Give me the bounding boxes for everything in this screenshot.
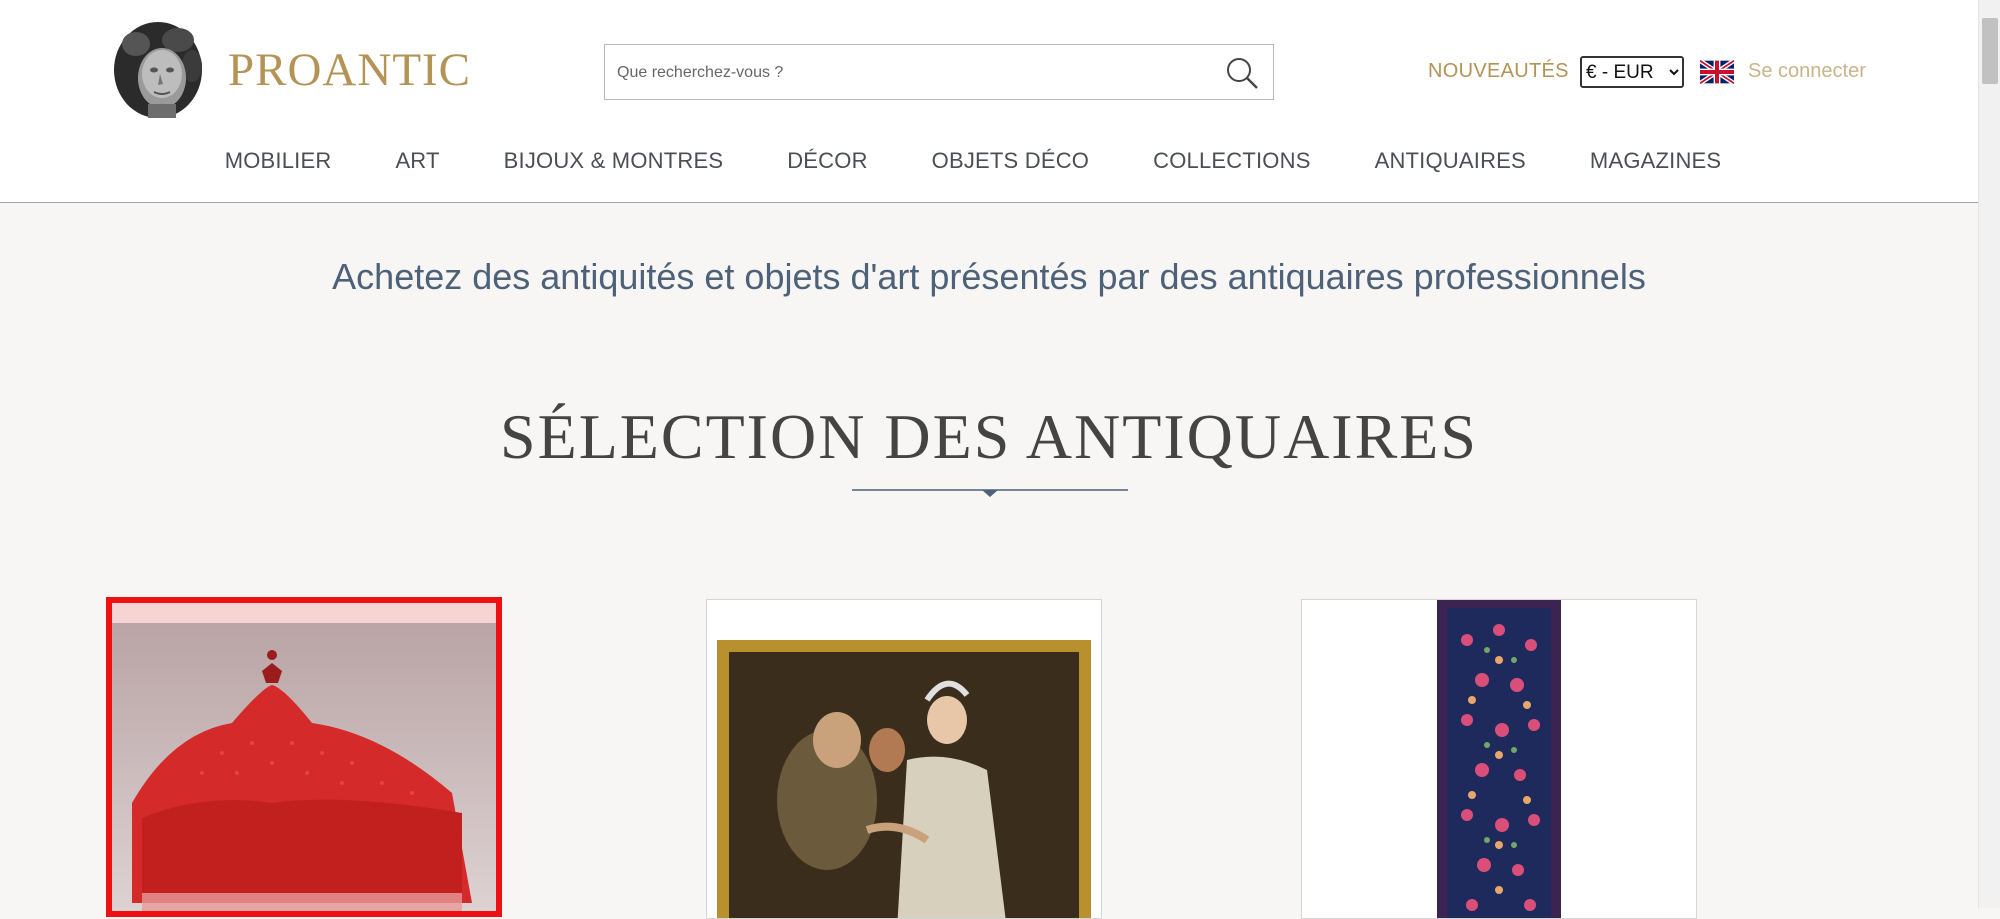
logo-text: PROANTIC (228, 44, 472, 96)
tagline: Achetez des antiquités et objets d'art p… (332, 256, 1646, 297)
search-box (604, 44, 1274, 101)
nav-item-bijoux-montres[interactable]: BIJOUX & MONTRES (504, 148, 724, 174)
site-header: PROANTIC NOUVEAUTÉS € - EUR Se connecter… (0, 0, 1978, 203)
product-card-painting[interactable] (706, 599, 1102, 919)
nav-item-antiquaires[interactable]: ANTIQUAIRES (1375, 148, 1526, 174)
nav-item-art[interactable]: ART (395, 148, 439, 174)
title-divider (852, 489, 1128, 497)
nouveautes-link[interactable]: NOUVEAUTÉS (1428, 60, 1569, 83)
nav-item-collections[interactable]: COLLECTIONS (1153, 148, 1310, 174)
page-scrollbar[interactable] (1978, 0, 2000, 908)
nav-item-decor[interactable]: DÉCOR (787, 148, 867, 174)
nav-item-objets-deco[interactable]: OBJETS DÉCO (932, 148, 1089, 174)
main-nav: MOBILIER ART BIJOUX & MONTRES DÉCOR OBJE… (0, 148, 1978, 174)
login-link[interactable]: Se connecter (1748, 60, 1866, 83)
nav-item-mobilier[interactable]: MOBILIER (225, 148, 332, 174)
logo[interactable]: PROANTIC (108, 18, 471, 122)
product-card-rug[interactable] (1301, 599, 1697, 919)
section-title: SÉLECTION DES ANTIQUAIRES (500, 401, 1478, 472)
currency-select[interactable]: € - EUR (1580, 56, 1684, 88)
sofa-image (112, 603, 496, 911)
rug-image (1302, 600, 1696, 918)
scrollbar-thumb[interactable] (1982, 18, 1998, 84)
nav-item-magazines[interactable]: MAGAZINES (1590, 148, 1721, 174)
uk-flag-icon[interactable] (1700, 60, 1734, 84)
search-input[interactable] (615, 45, 1209, 101)
painting-image (707, 600, 1101, 918)
logo-bust-icon (114, 22, 202, 118)
product-card-sofa[interactable] (106, 597, 502, 917)
search-icon[interactable] (1225, 56, 1259, 90)
